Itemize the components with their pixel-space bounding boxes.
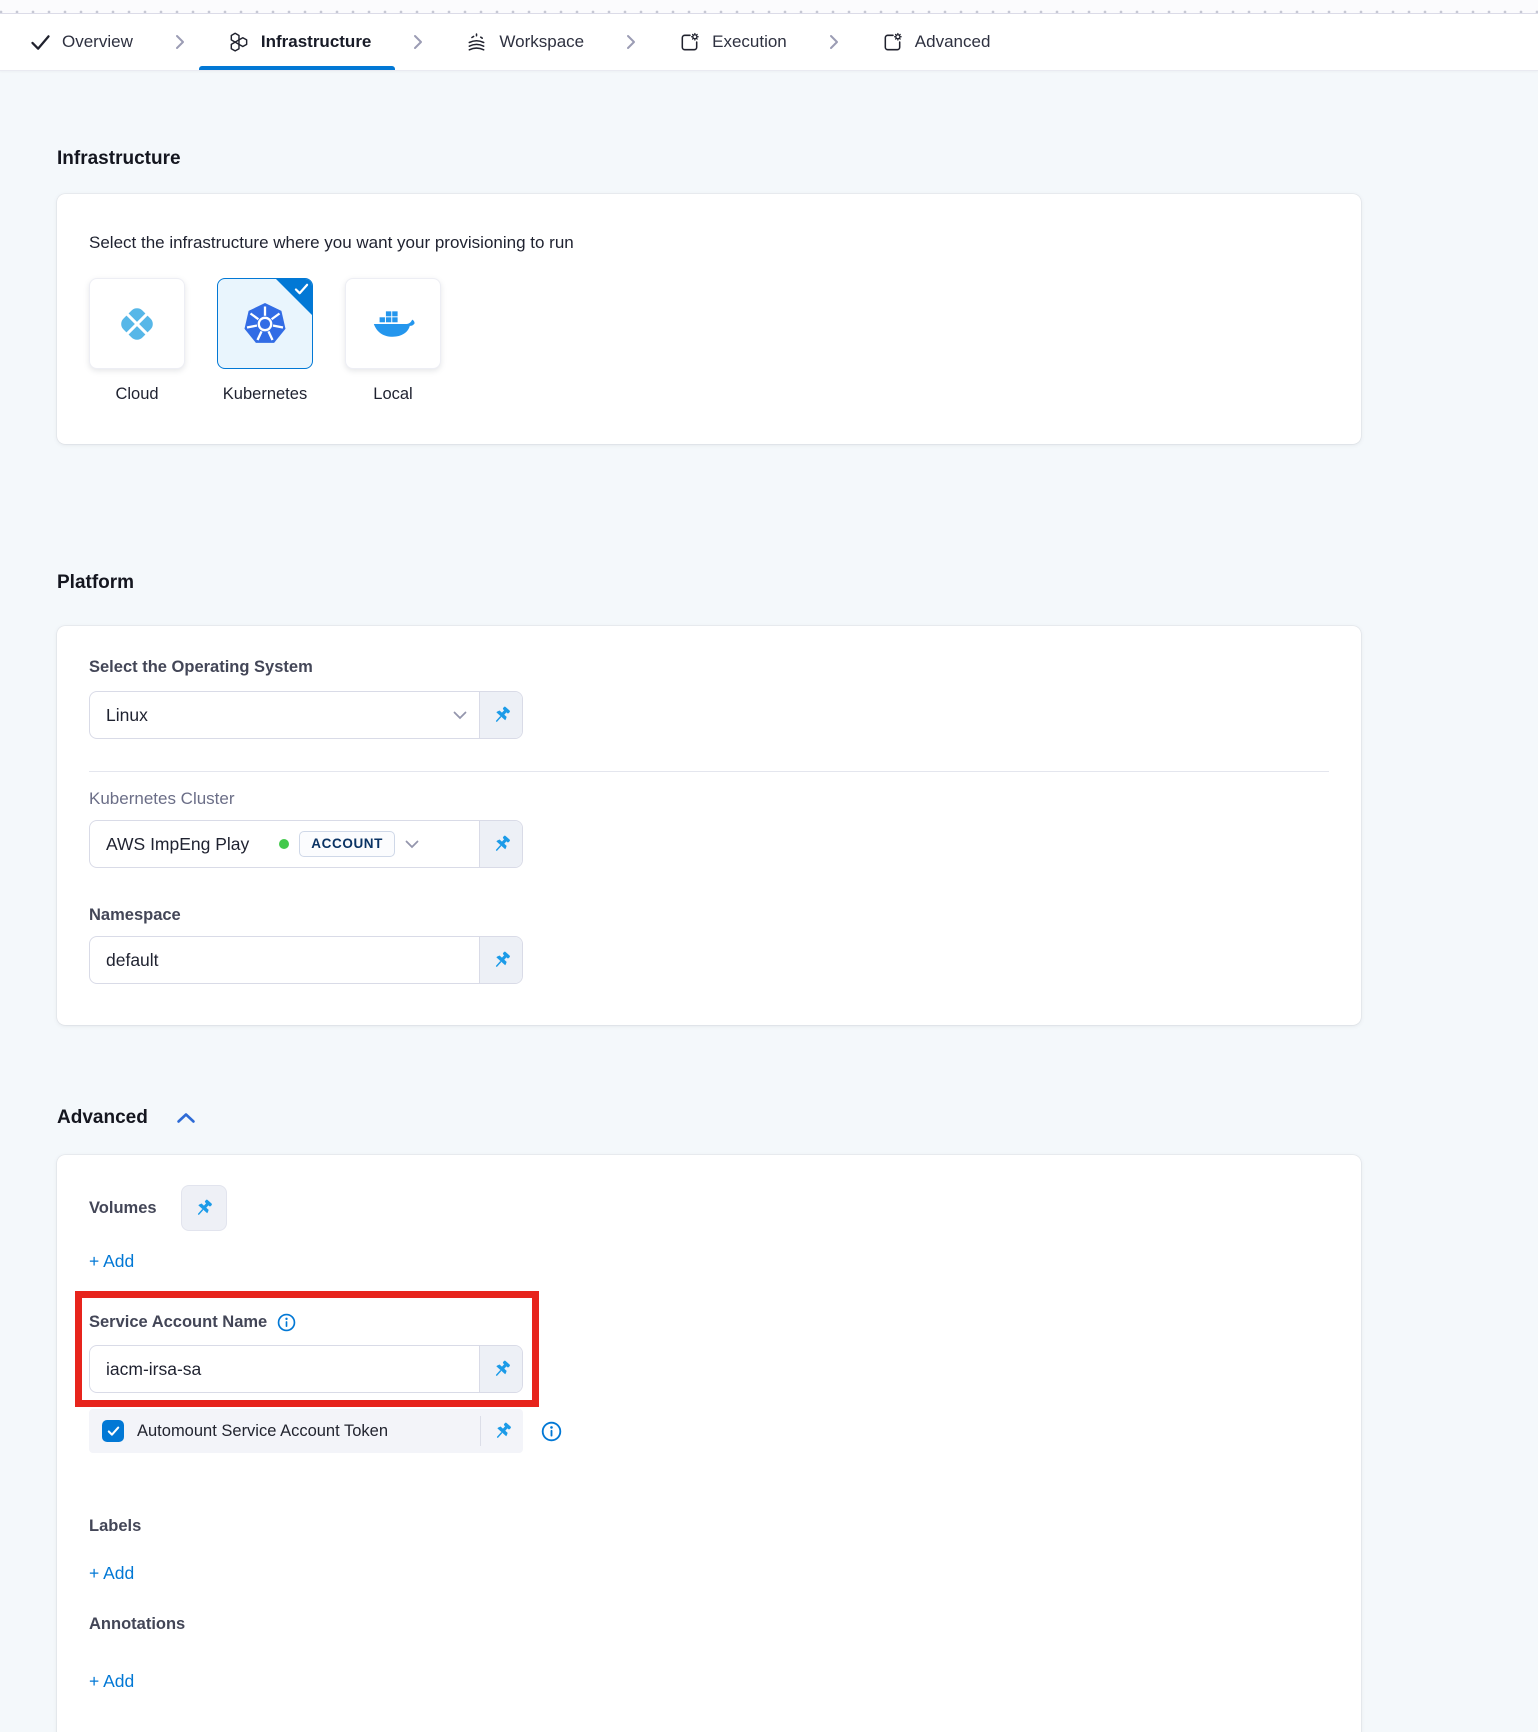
platform-section-title: Platform — [57, 570, 1361, 596]
local-tile[interactable] — [345, 278, 441, 369]
platform-divider — [89, 771, 1329, 772]
service-account-input-value: iacm-irsa-sa — [106, 1359, 201, 1380]
tab-overview-label: Overview — [62, 32, 133, 52]
option-kubernetes: Kubernetes — [217, 278, 313, 405]
chevron-down-icon[interactable] — [405, 840, 419, 849]
hexagons-icon — [227, 31, 250, 54]
cluster-select-control[interactable]: AWS ImpEng Play ACCOUNT — [90, 821, 479, 867]
automount-checkbox[interactable] — [102, 1420, 124, 1442]
add-label-link[interactable]: + Add — [89, 1561, 134, 1585]
pin-icon — [491, 834, 512, 855]
cloud-tile-label: Cloud — [89, 383, 185, 405]
infrastructure-card: Select the infrastructure where you want… — [57, 194, 1361, 444]
chevron-right-icon — [175, 34, 185, 50]
volumes-row: Volumes — [89, 1185, 1329, 1231]
tab-overview[interactable]: Overview — [30, 14, 133, 70]
kubernetes-tile[interactable] — [217, 278, 313, 369]
infrastructure-section-title: Infrastructure — [57, 146, 1361, 172]
check-icon — [30, 34, 51, 51]
add-annotation-link[interactable]: + Add — [89, 1669, 134, 1693]
cloud-tile[interactable] — [89, 278, 185, 369]
os-select: Linux — [89, 691, 523, 739]
pin-icon — [491, 705, 512, 726]
pin-icon — [193, 1198, 214, 1219]
iacm-infrastructure-wizard: Overview Infrastructure — [0, 0, 1538, 1732]
platform-card: Select the Operating System Linux Kubern… — [57, 626, 1361, 1025]
automount-strip: Automount Service Account Token — [89, 1409, 523, 1453]
service-account-pin-button[interactable] — [479, 1346, 522, 1392]
service-account-input[interactable]: iacm-irsa-sa — [90, 1346, 479, 1392]
tab-workspace[interactable]: Workspace — [465, 14, 584, 70]
automount-label: Automount Service Account Token — [137, 1422, 480, 1441]
volumes-pin-button[interactable] — [181, 1185, 227, 1231]
automount-row: Automount Service Account Token — [89, 1409, 1329, 1453]
scope-badge: ACCOUNT — [299, 831, 395, 857]
option-cloud: Cloud — [89, 278, 185, 405]
panel-gear-icon — [678, 31, 701, 54]
service-account-input-group: iacm-irsa-sa — [89, 1345, 523, 1393]
os-select-value: Linux — [106, 705, 148, 726]
panel-gear-icon — [881, 31, 904, 54]
infrastructure-prompt: Select the infrastructure where you want… — [89, 232, 1329, 254]
os-pin-button[interactable] — [479, 692, 522, 738]
service-account-label: Service Account Name — [89, 1311, 267, 1333]
docker-icon — [370, 301, 416, 347]
labels-label: Labels — [89, 1515, 1329, 1537]
add-volume-link[interactable]: + Add — [89, 1249, 134, 1273]
infrastructure-options: Cloud — [89, 278, 1329, 405]
tab-execution[interactable]: Execution — [678, 14, 787, 70]
cluster-select: AWS ImpEng Play ACCOUNT — [89, 820, 523, 868]
chevron-down-icon[interactable] — [453, 711, 467, 720]
option-local: Local — [345, 278, 441, 405]
local-tile-label: Local — [345, 383, 441, 405]
namespace-input[interactable]: default — [90, 937, 479, 983]
cloud-icon — [114, 301, 160, 347]
advanced-section-title: Advanced — [57, 1105, 148, 1131]
volumes-label: Volumes — [89, 1197, 157, 1219]
chevron-right-icon — [413, 34, 423, 50]
canvas-dots-strip — [0, 0, 1538, 14]
annotations-label: Annotations — [89, 1613, 1329, 1635]
tab-infrastructure[interactable]: Infrastructure — [227, 14, 372, 70]
service-account-block: Service Account Name iacm-irsa-sa — [89, 1311, 523, 1393]
namespace-pin-button[interactable] — [479, 937, 522, 983]
info-icon[interactable] — [541, 1421, 562, 1442]
automount-pin-button[interactable] — [481, 1421, 523, 1442]
os-field-label: Select the Operating System — [89, 656, 1329, 678]
chevron-right-icon — [626, 34, 636, 50]
advanced-section-header: Advanced — [57, 1105, 1361, 1131]
namespace-field-label: Namespace — [89, 904, 1329, 926]
tab-advanced[interactable]: Advanced — [881, 14, 991, 70]
tab-infrastructure-label: Infrastructure — [261, 32, 372, 52]
cluster-select-value: AWS ImpEng Play — [106, 834, 249, 855]
selected-check-icon — [294, 283, 309, 301]
collapse-chevron-up-icon[interactable] — [176, 1112, 196, 1124]
os-select-control[interactable]: Linux — [90, 692, 479, 738]
namespace-input-value: default — [106, 950, 159, 971]
tab-execution-label: Execution — [712, 32, 787, 52]
pin-icon — [492, 1421, 513, 1442]
namespace-input-group: default — [89, 936, 523, 984]
connector-status-dot — [279, 839, 289, 849]
info-icon[interactable] — [277, 1313, 296, 1332]
wizard-tabbar: Overview Infrastructure — [0, 14, 1538, 71]
stack-icon — [465, 31, 488, 54]
kubernetes-tile-label: Kubernetes — [217, 383, 313, 405]
tab-workspace-label: Workspace — [499, 32, 584, 52]
cluster-field-label: Kubernetes Cluster — [89, 788, 1329, 810]
pin-icon — [491, 950, 512, 971]
chevron-right-icon — [829, 34, 839, 50]
pin-icon — [491, 1359, 512, 1380]
tab-advanced-label: Advanced — [915, 32, 991, 52]
cluster-pin-button[interactable] — [479, 821, 522, 867]
advanced-card: Volumes + Add Service Account Name — [57, 1155, 1361, 1732]
